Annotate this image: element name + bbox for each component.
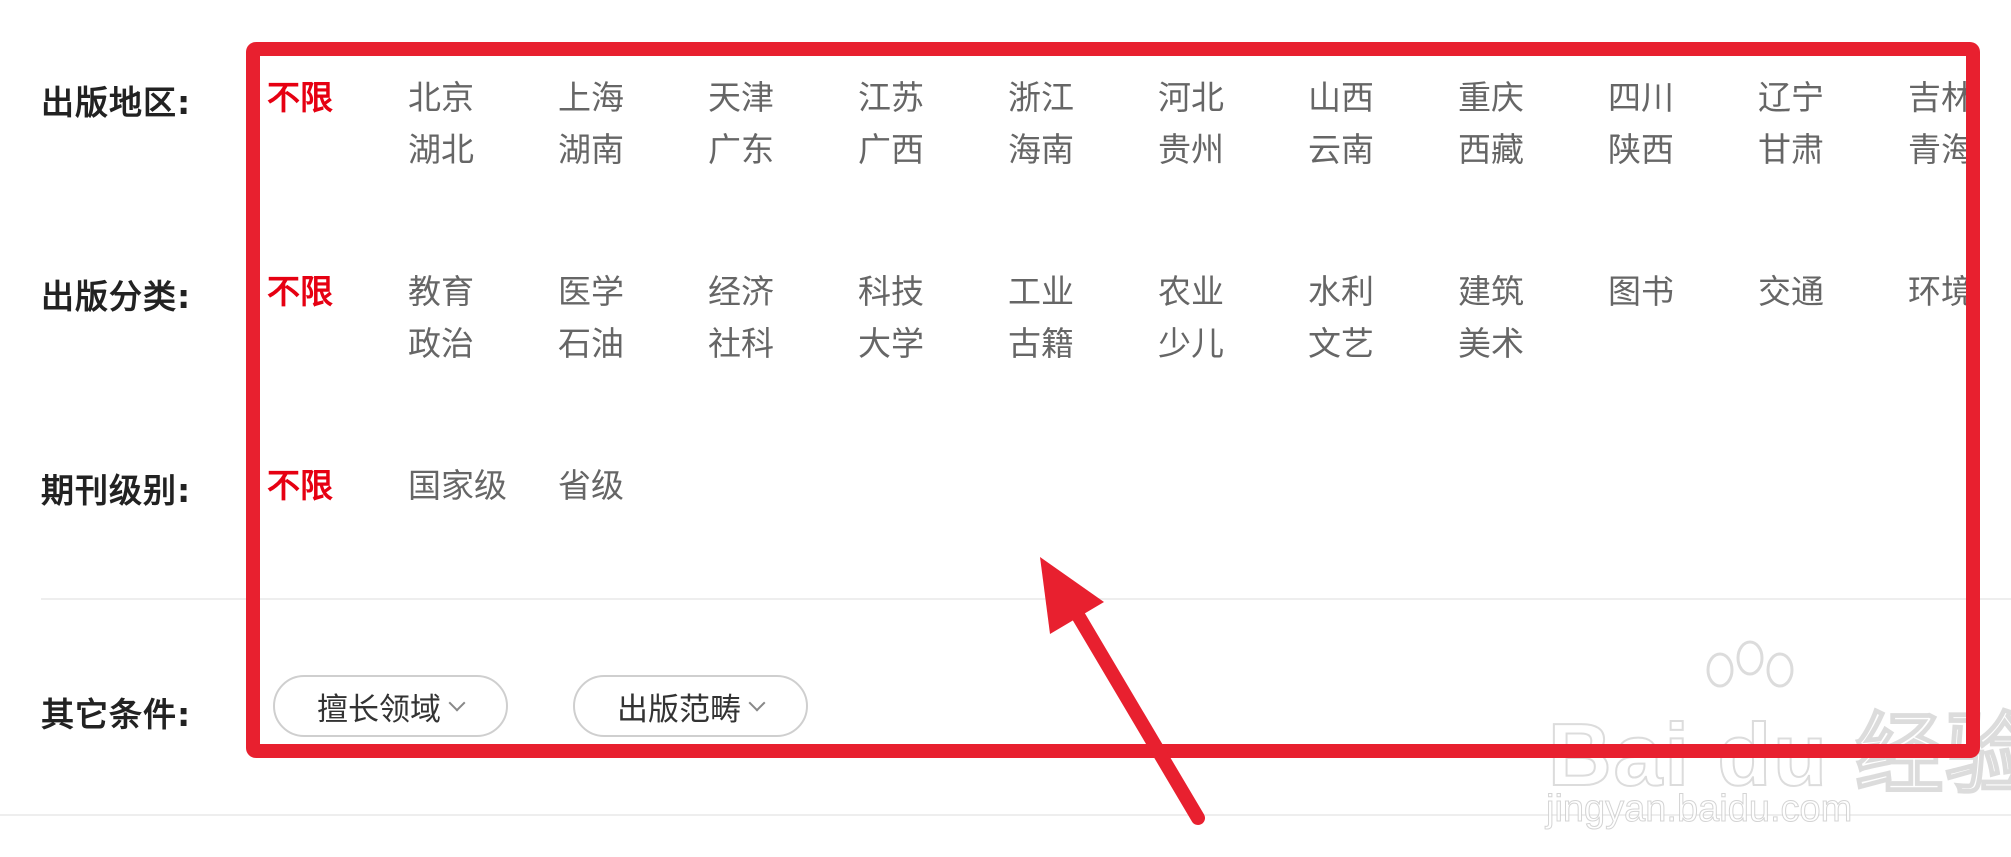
region-option[interactable]: 不限 [267,72,333,124]
region-option[interactable]: 浙江 [1008,72,1074,124]
chevron-down-icon [448,694,466,712]
region-option[interactable]: 上海 [558,72,624,124]
region-option[interactable]: 湖北 [408,124,474,176]
region-option[interactable]: 辽宁 [1758,72,1824,124]
region-option[interactable]: 云南 [1308,124,1374,176]
category-option[interactable]: 大学 [858,318,924,370]
category-option[interactable]: 图书 [1608,266,1674,318]
chevron-down-icon [748,694,766,712]
arrow-head [1040,557,1104,634]
region-option[interactable]: 广西 [858,124,924,176]
category-option[interactable]: 经济 [708,266,774,318]
category-option[interactable]: 古籍 [1008,318,1074,370]
other-row-label: 其它条件: [41,695,192,734]
category-option[interactable]: 医学 [558,266,624,318]
category-option[interactable]: 美术 [1458,318,1524,370]
category-option[interactable]: 环境 [1908,266,1974,318]
region-option[interactable]: 重庆 [1458,72,1524,124]
category-option[interactable]: 不限 [267,266,333,318]
category-option[interactable]: 教育 [408,266,474,318]
category-option[interactable]: 建筑 [1458,266,1524,318]
level-options: 不限 国家级 省级 [267,460,2011,520]
region-option[interactable]: 青海 [1908,124,1974,176]
watermark-logo: Bai du 经验 [1547,704,2011,805]
baidu-jingyan-watermark: Bai du 经验 jingyan.baidu.com [1540,640,2011,840]
category-row-label: 出版分类: [41,277,192,316]
level-option[interactable]: 国家级 [408,460,507,512]
region-option[interactable]: 陕西 [1608,124,1674,176]
region-option[interactable]: 湖南 [558,124,624,176]
paw-icon [1706,640,1794,688]
region-row-label: 出版地区: [41,83,192,122]
bottom-divider [0,814,2011,816]
region-options: 不限 北京 上海 天津 江苏 浙江 河北 山西 重庆 四川 辽宁 吉林湖北 湖南 广东 广西 海南 贵州 云南 西藏… [267,72,2011,182]
section-divider [41,598,2011,600]
category-option[interactable]: 科技 [858,266,924,318]
expertise-dropdown-label: 擅长领域 [317,691,441,728]
arrow-shaft [1069,605,1205,825]
level-row-label: 期刊级别: [41,471,192,510]
category-option[interactable]: 少儿 [1158,318,1224,370]
category-option[interactable]: 农业 [1158,266,1224,318]
category-option[interactable]: 政治 [408,318,474,370]
region-option[interactable]: 贵州 [1158,124,1224,176]
category-option[interactable]: 社科 [708,318,774,370]
category-option[interactable]: 工业 [1008,266,1074,318]
level-option[interactable]: 不限 [267,460,333,512]
publication-scope-dropdown[interactable]: 出版范畴 [573,675,808,737]
region-option[interactable]: 甘肃 [1758,124,1824,176]
region-option[interactable]: 海南 [1008,124,1074,176]
category-options: 不限 教育 医学 经济 科技 工业 农业 水利 建筑 图书 交通 环境政治 石油 社科 大学 古籍 少儿 文艺 美术 [267,266,2011,376]
region-option[interactable]: 河北 [1158,72,1224,124]
region-option[interactable]: 西藏 [1458,124,1524,176]
region-option[interactable]: 广东 [708,124,774,176]
region-option[interactable]: 山西 [1308,72,1374,124]
level-option[interactable]: 省级 [558,460,624,512]
publication-scope-dropdown-label: 出版范畴 [617,691,741,728]
region-option[interactable]: 北京 [408,72,474,124]
watermark-url: jingyan.baidu.com [1545,788,1853,831]
region-option[interactable]: 天津 [708,72,774,124]
region-option[interactable]: 吉林 [1908,72,1974,124]
region-option[interactable]: 江苏 [858,72,924,124]
category-option[interactable]: 水利 [1308,266,1374,318]
category-option[interactable]: 文艺 [1308,318,1374,370]
region-option[interactable]: 四川 [1608,72,1674,124]
category-option[interactable]: 交通 [1758,266,1824,318]
filter-panel: 出版地区: 不限 北京 上海 天津 江苏 浙江 河北 山西 重庆 四川 辽宁 吉林湖北 湖南 广东 广西 海南… [0,0,2011,857]
category-option[interactable]: 石油 [558,318,624,370]
expertise-dropdown[interactable]: 擅长领域 [273,675,508,737]
